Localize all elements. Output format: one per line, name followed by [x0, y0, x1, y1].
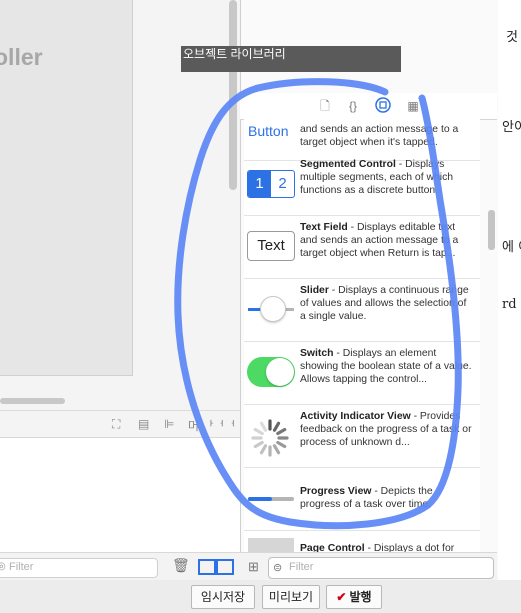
library-item-description: Activity Indicator View - Provides feedb…	[300, 411, 472, 448]
embed-icon[interactable]: ▤	[138, 417, 149, 431]
library-item-description: Segmented Control - Displays multiple se…	[300, 159, 454, 196]
canvas-horizontal-scrollbar[interactable]	[0, 398, 65, 404]
split-view-right-icon[interactable]	[216, 559, 234, 575]
align-icon[interactable]: ⊫	[164, 417, 174, 431]
canvas-vertical-scrollbar[interactable]	[229, 0, 237, 190]
canvas-bottom-bar: ⛶ ▤ ⊫ 머 ᅡᅥᅥ	[0, 410, 240, 437]
document-text-fragment: 것	[506, 30, 518, 45]
library-tab-bar: 🗋 {} ▦	[240, 93, 497, 120]
media-library-icon[interactable]: ▦	[404, 97, 422, 115]
filter-icon: ◎	[0, 561, 6, 572]
library-item-description: Progress View - Depicts the progress of …	[300, 486, 433, 510]
activity-indicator-thumbnail	[246, 418, 296, 457]
object-library-list[interactable]: Button and sends an action message to a …	[244, 119, 480, 552]
document-page: 것 안이 에 이 rd 나	[497, 0, 521, 580]
document-text-fragment: 에 이	[502, 240, 521, 255]
page-control-thumbnail	[246, 538, 296, 552]
grid-view-icon[interactable]: ⊞	[248, 559, 259, 575]
object-library-icon[interactable]	[374, 97, 392, 115]
object-library-tooltip: 오브젝트 라이브러리	[181, 46, 401, 72]
library-item-description: Text Field - Displays editable text and …	[300, 222, 459, 259]
text-field-thumbnail: Text	[246, 229, 296, 263]
scene-title: oller	[0, 44, 43, 70]
outline-filter-field[interactable]: ◎ Filter	[0, 558, 158, 578]
filter-icon: ⊜	[273, 562, 283, 574]
file-template-icon[interactable]: 🗋	[316, 97, 334, 115]
editor-footer: 임시저장 미리보기 ✔ 발행	[0, 580, 521, 613]
trash-icon[interactable]: 🗑	[172, 557, 190, 574]
zoom-fit-icon[interactable]: ⛶	[112, 417, 120, 432]
library-item-segmented-control[interactable]: 1 2 Segmented Control - Displays multipl…	[244, 152, 480, 216]
xcode-window: oller ⛶ ▤ ⊫ 머 ᅡᅥᅥ ◎ Filter 🗑 🗋 {} ▦ Butt…	[0, 0, 498, 581]
library-item-text-field[interactable]: Text Text Field - Displays editable text…	[244, 215, 480, 279]
code-snippet-icon[interactable]: {}	[344, 97, 362, 115]
slider-thumbnail	[246, 292, 296, 326]
library-item-description: and sends an action message to a target …	[300, 124, 459, 148]
document-text-fragment: 안이	[502, 120, 521, 135]
library-item-switch[interactable]: Switch - Displays an element showing the…	[244, 341, 480, 405]
save-draft-button[interactable]: 임시저장	[191, 585, 255, 609]
library-scrollbar[interactable]	[488, 210, 495, 250]
progress-view-thumbnail	[246, 481, 296, 515]
outline-bottom-bar: ◎ Filter 🗑	[0, 552, 240, 581]
library-bottom-bar: ⊞ ⊜ Filter	[240, 552, 497, 581]
switch-thumbnail	[246, 355, 296, 389]
pin-icon[interactable]: 머 ᅡᅥᅥ	[188, 417, 236, 434]
preview-button[interactable]: 미리보기	[262, 585, 320, 609]
segmented-control-thumbnail: 1 2	[246, 166, 296, 200]
button-thumbnail: Button	[248, 123, 289, 139]
library-item-page-control[interactable]: Page Control - Displays a dot for	[244, 530, 480, 552]
filter-placeholder: Filter	[9, 561, 34, 573]
view-controller-scene[interactable]: oller	[0, 0, 133, 376]
checkmark-icon: ✔	[336, 590, 347, 604]
publish-label: 발행	[349, 590, 372, 604]
filter-placeholder: Filter	[289, 561, 314, 573]
split-view-left-icon[interactable]	[198, 559, 216, 575]
library-item-description: Switch - Displays an element showing the…	[300, 348, 472, 385]
library-item-activity-indicator[interactable]: Activity Indicator View - Provides feedb…	[244, 404, 480, 468]
library-filter-field[interactable]: ⊜ Filter	[268, 557, 494, 579]
library-item-description: Page Control - Displays a dot for	[300, 543, 455, 552]
library-item-slider[interactable]: Slider - Displays a continuous range of …	[244, 278, 480, 342]
publish-button[interactable]: ✔ 발행	[326, 585, 382, 609]
library-item-description: Slider - Displays a continuous range of …	[300, 285, 469, 322]
library-item-progress-view[interactable]: Progress View - Depicts the progress of …	[244, 467, 480, 531]
document-text-fragment: rd 나	[502, 297, 521, 312]
debug-area	[0, 437, 240, 553]
